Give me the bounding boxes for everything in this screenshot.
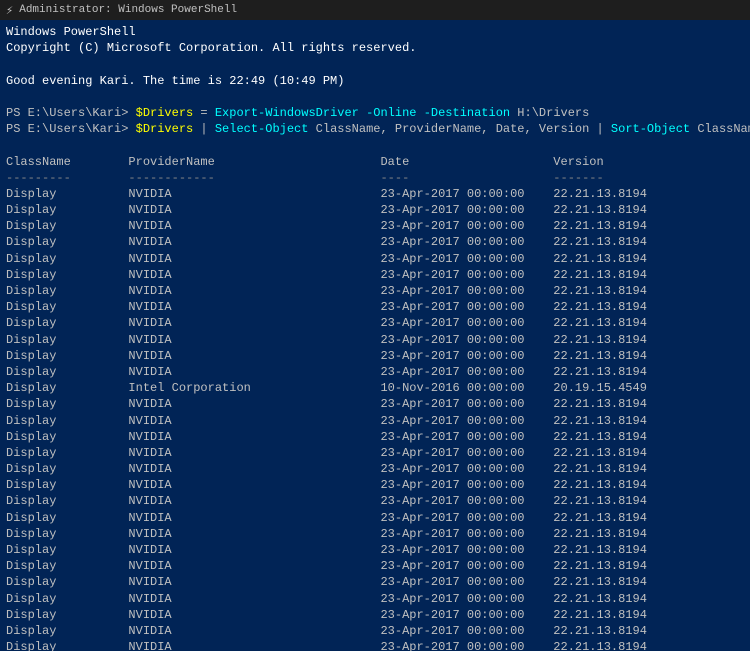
- terminal-line: Display NVIDIA 23-Apr-2017 00:00:00 22.2…: [6, 623, 744, 639]
- terminal-line: PS E:\Users\Kari> $Drivers = Export-Wind…: [6, 105, 744, 121]
- terminal-line: Display NVIDIA 23-Apr-2017 00:00:00 22.2…: [6, 429, 744, 445]
- terminal-line: Display NVIDIA 23-Apr-2017 00:00:00 22.2…: [6, 461, 744, 477]
- terminal-line: Windows PowerShell: [6, 24, 744, 40]
- terminal-line: Display NVIDIA 23-Apr-2017 00:00:00 22.2…: [6, 591, 744, 607]
- terminal-line: Display NVIDIA 23-Apr-2017 00:00:00 22.2…: [6, 218, 744, 234]
- terminal-line: Display NVIDIA 23-Apr-2017 00:00:00 22.2…: [6, 332, 744, 348]
- terminal-line: Good evening Kari. The time is 22:49 (10…: [6, 73, 744, 89]
- terminal-line: Display NVIDIA 23-Apr-2017 00:00:00 22.2…: [6, 396, 744, 412]
- terminal-line: Display NVIDIA 23-Apr-2017 00:00:00 22.2…: [6, 364, 744, 380]
- terminal-window: Windows PowerShellCopyright (C) Microsof…: [0, 20, 750, 651]
- terminal-line: Display NVIDIA 23-Apr-2017 00:00:00 22.2…: [6, 477, 744, 493]
- terminal-line: Display NVIDIA 23-Apr-2017 00:00:00 22.2…: [6, 510, 744, 526]
- terminal-line: Display NVIDIA 23-Apr-2017 00:00:00 22.2…: [6, 299, 744, 315]
- terminal-line: PS E:\Users\Kari> $Drivers | Select-Obje…: [6, 121, 744, 137]
- terminal-line: Display NVIDIA 23-Apr-2017 00:00:00 22.2…: [6, 639, 744, 651]
- terminal-line: Display NVIDIA 23-Apr-2017 00:00:00 22.2…: [6, 607, 744, 623]
- terminal-line: --------- ------------ ---- -------: [6, 170, 744, 186]
- terminal-line: [6, 89, 744, 105]
- terminal-line: Copyright (C) Microsoft Corporation. All…: [6, 40, 744, 56]
- terminal-line: [6, 137, 744, 153]
- terminal-line: Display NVIDIA 23-Apr-2017 00:00:00 22.2…: [6, 251, 744, 267]
- title-bar-text: Administrator: Windows PowerShell: [19, 4, 237, 16]
- terminal-line: Display NVIDIA 23-Apr-2017 00:00:00 22.2…: [6, 267, 744, 283]
- terminal-line: Display NVIDIA 23-Apr-2017 00:00:00 22.2…: [6, 574, 744, 590]
- terminal-line: Display NVIDIA 23-Apr-2017 00:00:00 22.2…: [6, 283, 744, 299]
- terminal-line: [6, 56, 744, 72]
- terminal-line: Display NVIDIA 23-Apr-2017 00:00:00 22.2…: [6, 526, 744, 542]
- title-bar: ⚡ Administrator: Windows PowerShell: [0, 0, 750, 20]
- terminal-line: Display NVIDIA 23-Apr-2017 00:00:00 22.2…: [6, 202, 744, 218]
- powershell-icon: ⚡: [6, 3, 13, 18]
- terminal-line: Display NVIDIA 23-Apr-2017 00:00:00 22.2…: [6, 445, 744, 461]
- terminal-line: ClassName ProviderName Date Version: [6, 154, 744, 170]
- terminal-line: Display NVIDIA 23-Apr-2017 00:00:00 22.2…: [6, 348, 744, 364]
- terminal-line: Display NVIDIA 23-Apr-2017 00:00:00 22.2…: [6, 542, 744, 558]
- terminal-line: Display NVIDIA 23-Apr-2017 00:00:00 22.2…: [6, 234, 744, 250]
- terminal-line: Display NVIDIA 23-Apr-2017 00:00:00 22.2…: [6, 315, 744, 331]
- terminal-line: Display NVIDIA 23-Apr-2017 00:00:00 22.2…: [6, 493, 744, 509]
- terminal-line: Display NVIDIA 23-Apr-2017 00:00:00 22.2…: [6, 413, 744, 429]
- terminal-line: Display NVIDIA 23-Apr-2017 00:00:00 22.2…: [6, 558, 744, 574]
- terminal-line: Display NVIDIA 23-Apr-2017 00:00:00 22.2…: [6, 186, 744, 202]
- terminal-line: Display Intel Corporation 10-Nov-2016 00…: [6, 380, 744, 396]
